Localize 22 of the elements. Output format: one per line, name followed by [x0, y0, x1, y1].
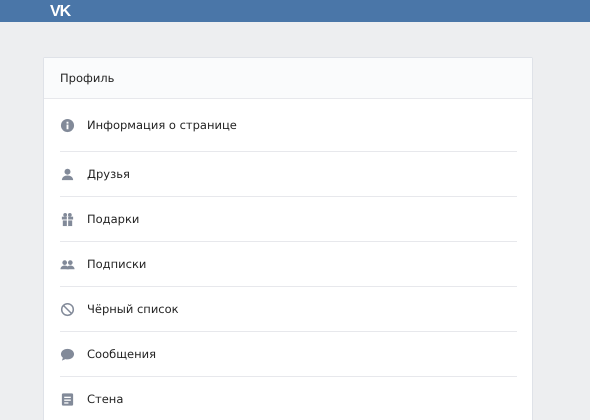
menu-item[interactable]: Подарки [60, 197, 517, 242]
menu-item[interactable]: Информация о странице [60, 99, 517, 152]
document-icon [60, 392, 75, 406]
menu-item[interactable]: Стена [60, 377, 517, 420]
menu-item[interactable]: Чёрный список [60, 287, 517, 332]
item-label: Стена [87, 392, 124, 406]
item-label: Чёрный список [87, 302, 179, 316]
person-icon [60, 166, 75, 182]
card-title: Профиль [60, 71, 114, 85]
chat-bubble-icon [60, 346, 75, 362]
logo[interactable]: VK [50, 2, 70, 22]
item-label: Подарки [87, 212, 140, 226]
gift-icon [60, 212, 75, 226]
menu-item[interactable]: Друзья [60, 152, 517, 197]
item-label: Сообщения [87, 347, 156, 361]
menu-item[interactable]: Сообщения [60, 332, 517, 377]
info-icon [60, 118, 75, 132]
item-label: Друзья [87, 167, 130, 181]
menu-item[interactable]: Подписки [60, 242, 517, 287]
block-icon [60, 302, 75, 316]
item-label: Подписки [87, 257, 146, 271]
item-label: Информация о странице [87, 118, 237, 132]
